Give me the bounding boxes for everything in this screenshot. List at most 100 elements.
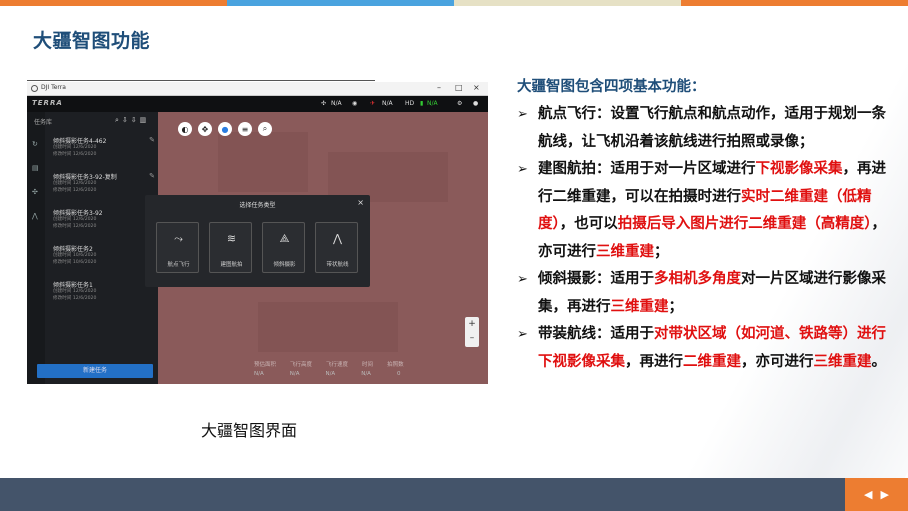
app-topbar: TERRA ✣ N/A ◉ ✈ N/A HD ▮ N/A ⚙ ● — [27, 96, 488, 112]
mission-name: 倾斜摄影任务4-462 — [53, 138, 107, 145]
stat-value: N/A — [254, 371, 264, 377]
task-type-corridor[interactable]: ⋀ 带状航线 — [315, 222, 358, 273]
feature-item: ➢ 航点飞行：设置飞行航点和航点动作，适用于规划一条航线，让飞机沿着该航线进行拍照… — [517, 101, 890, 156]
feature-items: ➢ 航点飞行：设置飞行航点和航点动作，适用于规划一条航线，让飞机沿着该航线进行拍照… — [517, 101, 890, 376]
stat-label: 飞行高度 — [290, 362, 313, 368]
task-type-mapping[interactable]: ≋ 建图航拍 — [209, 222, 252, 273]
feature-text: 建图航拍：适用于对一片区域进行 — [538, 161, 756, 177]
mission-name: 倾斜摄影任务3-92 — [53, 210, 103, 217]
mission-item[interactable]: 倾斜摄影任务4-462 创建时间 12/6/2020 修改时间 12/6/202… — [53, 136, 157, 158]
task-type-label: 航点飞行 — [167, 262, 190, 268]
highlight-text: 三维重建 — [610, 298, 669, 315]
oblique-icon: ⟁ — [279, 232, 290, 245]
triangle-left-icon[interactable]: ◀ — [864, 488, 872, 501]
task-type-dialog: 选择任务类型 × ⤳ 航点飞行 ≋ 建图航拍 ⟁ 倾斜摄影 ⋀ 带状航线 — [145, 195, 370, 287]
search-icon[interactable]: ⌕ — [258, 122, 272, 136]
footer-bar — [0, 478, 908, 511]
highlight-text: 拍摄后导入图片进行二维重建（高精度） — [617, 216, 872, 232]
feature-text: ，也可以 — [559, 216, 618, 232]
mission-modified: 修改时间 10/6/2020 — [53, 259, 97, 265]
nav-rail: ↻ ▤ ✣ ⋀ — [27, 112, 45, 384]
map-block — [218, 132, 308, 192]
stat-label: 时间 — [362, 362, 374, 368]
feature-item: ➢ 带装航线：适用于对带状区域（如河道、铁路等）进行下视影像采集，再进行二维重建，… — [517, 321, 890, 376]
slide-nav: ◀ ▶ — [845, 478, 908, 511]
feature-text: 带装航线：适用于 — [538, 326, 654, 342]
arrow-bullet-icon: ➢ — [517, 107, 528, 122]
minimize-button[interactable]: – — [437, 83, 441, 92]
gps-icon: ▮ — [420, 100, 424, 107]
waypoint-icon: ⤳ — [174, 232, 183, 245]
mission-sidebar: ↻ ▤ ✣ ⋀ 任务库 ⌕⇩⇩▥ 倾斜摄影任务4-462 创建时间 12/6/2… — [27, 112, 158, 384]
divider-line — [27, 80, 375, 81]
task-type-label: 建图航拍 — [220, 262, 243, 268]
window-titlebar: DJI Terra – □ × — [27, 82, 488, 96]
stat-label: 拍照数 — [387, 362, 404, 368]
task-type-oblique[interactable]: ⟁ 倾斜摄影 — [262, 222, 305, 273]
zoom-control[interactable]: + – — [465, 317, 479, 347]
warning-icon: ✈ — [370, 100, 376, 107]
status-value-1: N/A — [331, 100, 342, 107]
highlight-text: 二维重建 — [683, 353, 741, 370]
corridor-icon: ⋀ — [332, 232, 343, 245]
stat-value: N/A — [325, 371, 336, 377]
feature-text: ，再进行 — [625, 353, 683, 370]
task-type-label: 倾斜摄影 — [273, 262, 296, 268]
mission-modified: 修改时间 12/6/2020 — [53, 223, 97, 229]
mission-item[interactable]: 倾斜摄影任务3-92-复制 创建时间 12/6/2020 修改时间 12/6/2… — [53, 172, 157, 194]
terra-logo: TERRA — [32, 99, 63, 107]
stat-value: N/A — [289, 371, 300, 377]
task-type-label: 带状航线 — [326, 262, 349, 268]
photo-nav-icon[interactable]: ▤ — [32, 164, 40, 172]
mission-name: 倾斜摄影任务2 — [53, 246, 93, 253]
new-task-button[interactable]: 新建任务 — [37, 364, 153, 378]
mission-modified: 修改时间 12/6/2020 — [53, 295, 97, 301]
mission-item[interactable]: 倾斜摄影任务2 创建时间 10/6/2020 修改时间 10/6/2020 — [53, 244, 157, 266]
status-value-3: N/A — [427, 100, 438, 107]
stat-value: N/A — [361, 371, 371, 377]
dialog-close-icon[interactable]: × — [357, 198, 364, 207]
map-toolbar: ◐ ✥ ● ≡ ⌕ — [178, 122, 272, 136]
arrow-bullet-icon: ➢ — [517, 327, 528, 342]
feature-text: ，亦可进行 — [741, 353, 814, 370]
screenshot-caption: 大疆智图界面 — [201, 421, 298, 440]
mission-nav-icon[interactable]: ↻ — [32, 140, 40, 148]
sidebar-tools[interactable]: ⌕⇩⇩▥ — [115, 116, 149, 125]
feature-heading: 大疆智图包含四项基本功能： — [517, 79, 706, 95]
feature-item: ➢ 倾斜摄影：适用于多相机多角度对一片区域进行影像采集，再进行三维重建； — [517, 266, 890, 321]
stat-label: 飞行速度 — [326, 362, 349, 368]
mission-name: 倾斜摄影任务1 — [53, 282, 93, 289]
arrow-bullet-icon: ➢ — [517, 272, 528, 287]
settings-icon[interactable]: ⚙ — [457, 100, 462, 107]
window-title: DJI Terra — [41, 84, 66, 91]
highlight-text: 下视影像采集 — [755, 161, 843, 177]
user-icon[interactable]: ● — [473, 100, 478, 107]
status-value-2: N/A — [382, 100, 393, 107]
task-type-waypoint[interactable]: ⤳ 航点飞行 — [156, 222, 199, 273]
mission-item[interactable]: 倾斜摄影任务1 创建时间 12/6/2020 修改时间 12/6/2020 ✎ — [53, 280, 157, 302]
triangle-right-icon[interactable]: ▶ — [881, 488, 889, 501]
edit-icon[interactable]: ✎ — [149, 136, 155, 144]
stat-label: 预估面积 — [254, 362, 277, 368]
close-button[interactable]: × — [473, 83, 480, 92]
mission-stats: 预估面积 飞行高度 飞行速度 时间 拍照数 N/A N/A N/A N/A 0 — [254, 360, 404, 377]
sidebar-title: 任务库 — [34, 119, 53, 126]
dji-terra-screenshot: DJI Terra – □ × TERRA ✣ N/A ◉ ✈ N/A HD ▮… — [27, 82, 488, 384]
mapping-icon: ≋ — [226, 232, 237, 245]
signal-icon: ◉ — [352, 100, 358, 107]
locate-icon[interactable]: ✥ — [198, 122, 212, 136]
layer-icon[interactable]: ◐ — [178, 122, 192, 136]
app-icon — [31, 85, 38, 92]
hd-label: HD — [405, 100, 415, 107]
mission-name: 倾斜摄影任务3-92-复制 — [53, 174, 117, 181]
mission-item[interactable]: 倾斜摄影任务3-92 创建时间 12/6/2020 修改时间 12/6/2020 — [53, 208, 157, 230]
route-nav-icon[interactable]: ⋀ — [32, 212, 40, 220]
maximize-button[interactable]: □ — [455, 83, 463, 92]
edit-icon[interactable]: ✎ — [149, 172, 155, 180]
drone-nav-icon[interactable]: ✣ — [32, 188, 40, 196]
mission-modified: 修改时间 12/6/2020 — [53, 151, 97, 157]
pin-icon[interactable]: ● — [218, 122, 232, 136]
list-icon[interactable]: ≡ — [238, 122, 252, 136]
feature-text: 倾斜摄影：适用于 — [538, 271, 654, 287]
feature-list: 大疆智图包含四项基本功能： ➢ 航点飞行：设置飞行航点和航点动作，适用于规划一条航… — [517, 75, 890, 376]
